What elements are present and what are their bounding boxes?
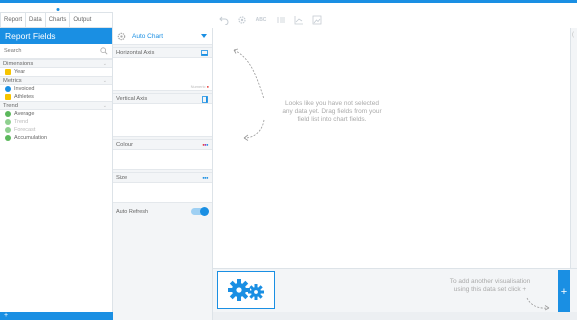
auto-refresh-row: Auto Refresh — [113, 205, 212, 219]
colour-header: Colour ●●● — [113, 140, 212, 150]
image-icon[interactable] — [311, 14, 322, 25]
field-label: Accumulation — [14, 135, 48, 141]
empty-chart-line-2: any data yet. Drag fields from your — [282, 108, 382, 115]
add-visualisation-button[interactable]: + — [558, 270, 570, 314]
collapse-icon[interactable]: ( — [572, 32, 574, 38]
empty-chart-message: Looks like you have not selected any dat… — [274, 100, 390, 124]
add-field-button[interactable]: + — [0, 312, 8, 319]
chevron-down-icon[interactable]: ⌄ — [103, 102, 107, 111]
field-forecast[interactable]: Forecast — [0, 126, 112, 134]
horizontal-axis-body[interactable]: Numeric ● — [113, 58, 212, 90]
chevron-down-icon[interactable] — [201, 34, 207, 38]
trend-icon — [5, 135, 11, 141]
section-dimensions-label: Dimensions — [3, 61, 34, 67]
chevron-down-icon[interactable]: ⌄ — [103, 77, 107, 86]
search-icon[interactable] — [100, 47, 108, 55]
chart-canvas — [213, 28, 570, 268]
section-trend-label: Trend — [3, 103, 18, 109]
menu-report[interactable]: Report — [1, 13, 27, 27]
colour-body[interactable] — [113, 150, 212, 169]
field-invoiced[interactable]: Invoiced — [0, 85, 112, 93]
undo-icon[interactable] — [218, 14, 229, 25]
field-search-input[interactable] — [4, 48, 94, 54]
field-label: Forecast — [14, 127, 36, 133]
field-label: Athletes — [14, 94, 34, 100]
field-search — [0, 44, 112, 59]
size-label: Size — [116, 175, 128, 181]
field-accumulation[interactable]: Accumulation — [0, 134, 112, 142]
add-hint-line-2: using this data set click + — [453, 286, 527, 293]
horizontal-axis-icon — [201, 50, 208, 56]
section-metrics[interactable]: Metrics ⌄ — [0, 76, 112, 85]
field-trend[interactable]: Trend — [0, 118, 112, 126]
empty-chart-line-3: field list into chart fields. — [297, 116, 367, 123]
field-label: Invoiced — [14, 86, 35, 92]
menu-output[interactable]: Output — [70, 13, 94, 27]
report-fields-title: Report Fields — [0, 28, 112, 44]
add-field-bar[interactable]: + — [0, 312, 113, 320]
size-body[interactable] — [113, 183, 212, 202]
field-label: Year — [14, 69, 26, 75]
vertical-axis-label: Vertical Axis — [116, 96, 148, 102]
field-average[interactable]: Average — [0, 110, 112, 118]
field-label: Trend — [14, 119, 29, 125]
gear-icon — [117, 32, 126, 40]
gears-icon — [228, 279, 264, 301]
menu-charts[interactable]: Charts — [46, 13, 71, 27]
section-dimensions[interactable]: Dimensions ⌄ — [0, 59, 112, 68]
field-athletes[interactable]: Athletes — [0, 93, 112, 101]
right-side-panel[interactable]: ( — [570, 28, 577, 268]
metric-icon — [5, 86, 11, 92]
trend-icon — [5, 111, 11, 117]
chart-type-select[interactable]: Auto Chart — [113, 28, 212, 45]
report-fields-panel: Report Fields Dimensions ⌄ Year Metrics … — [0, 28, 113, 320]
horizontal-axis-drop[interactable]: Horizontal Axis Numeric ● — [113, 47, 212, 91]
horizontal-axis-label: Horizontal Axis — [116, 50, 155, 56]
add-visualisation-hint: To add another visualisation using this … — [430, 278, 550, 294]
auto-refresh-toggle[interactable] — [191, 207, 209, 216]
colour-drop[interactable]: Colour ●●● — [113, 139, 212, 170]
chart-type-label: Auto Chart — [132, 32, 164, 40]
size-drop[interactable]: Size ●●● — [113, 172, 212, 203]
size-header: Size ●●● — [113, 173, 212, 183]
bottom-scrollbar[interactable] — [213, 312, 577, 320]
text-icon[interactable]: ABC — [254, 14, 268, 25]
trend-icon — [5, 119, 11, 125]
visualisation-thumbnail[interactable] — [217, 271, 275, 309]
vertical-axis-header: Vertical Axis — [113, 94, 212, 104]
add-hint-line-1: To add another visualisation — [449, 278, 531, 285]
horizontal-axis-header: Horizontal Axis — [113, 48, 212, 58]
field-label: Average — [14, 111, 35, 117]
chart-config-panel: Auto Chart Horizontal Axis Numeric ● Ver… — [113, 28, 213, 320]
settings-icon[interactable] — [236, 14, 247, 25]
field-year[interactable]: Year — [0, 68, 112, 76]
vertical-axis-icon — [202, 96, 208, 103]
empty-chart-line-1: Looks like you have not selected — [285, 100, 379, 107]
axis-chart-icon[interactable] — [293, 14, 304, 25]
main-menu: Report Data Charts Output — [0, 12, 113, 28]
colour-dots-icon: ●●● — [202, 142, 208, 147]
chevron-down-icon[interactable]: ⌄ — [103, 60, 107, 69]
toggle-knob — [200, 207, 209, 216]
numeric-hint: Numeric ● — [190, 84, 209, 89]
section-metrics-label: Metrics — [3, 78, 22, 84]
list-icon[interactable] — [275, 14, 286, 25]
auto-refresh-label: Auto Refresh — [116, 209, 149, 215]
section-trend[interactable]: Trend ⌄ — [0, 101, 112, 110]
vertical-axis-body[interactable] — [113, 104, 212, 136]
top-accent-bar — [0, 0, 577, 3]
chart-toolbar: ABC — [213, 11, 322, 28]
trend-icon — [5, 127, 11, 133]
vertical-axis-drop[interactable]: Vertical Axis — [113, 93, 212, 137]
size-dots-icon: ●●● — [202, 175, 208, 180]
menu-data[interactable]: Data — [26, 13, 46, 27]
dimension-icon — [5, 69, 11, 75]
dimension-icon — [5, 94, 11, 100]
colour-label: Colour — [116, 142, 134, 148]
